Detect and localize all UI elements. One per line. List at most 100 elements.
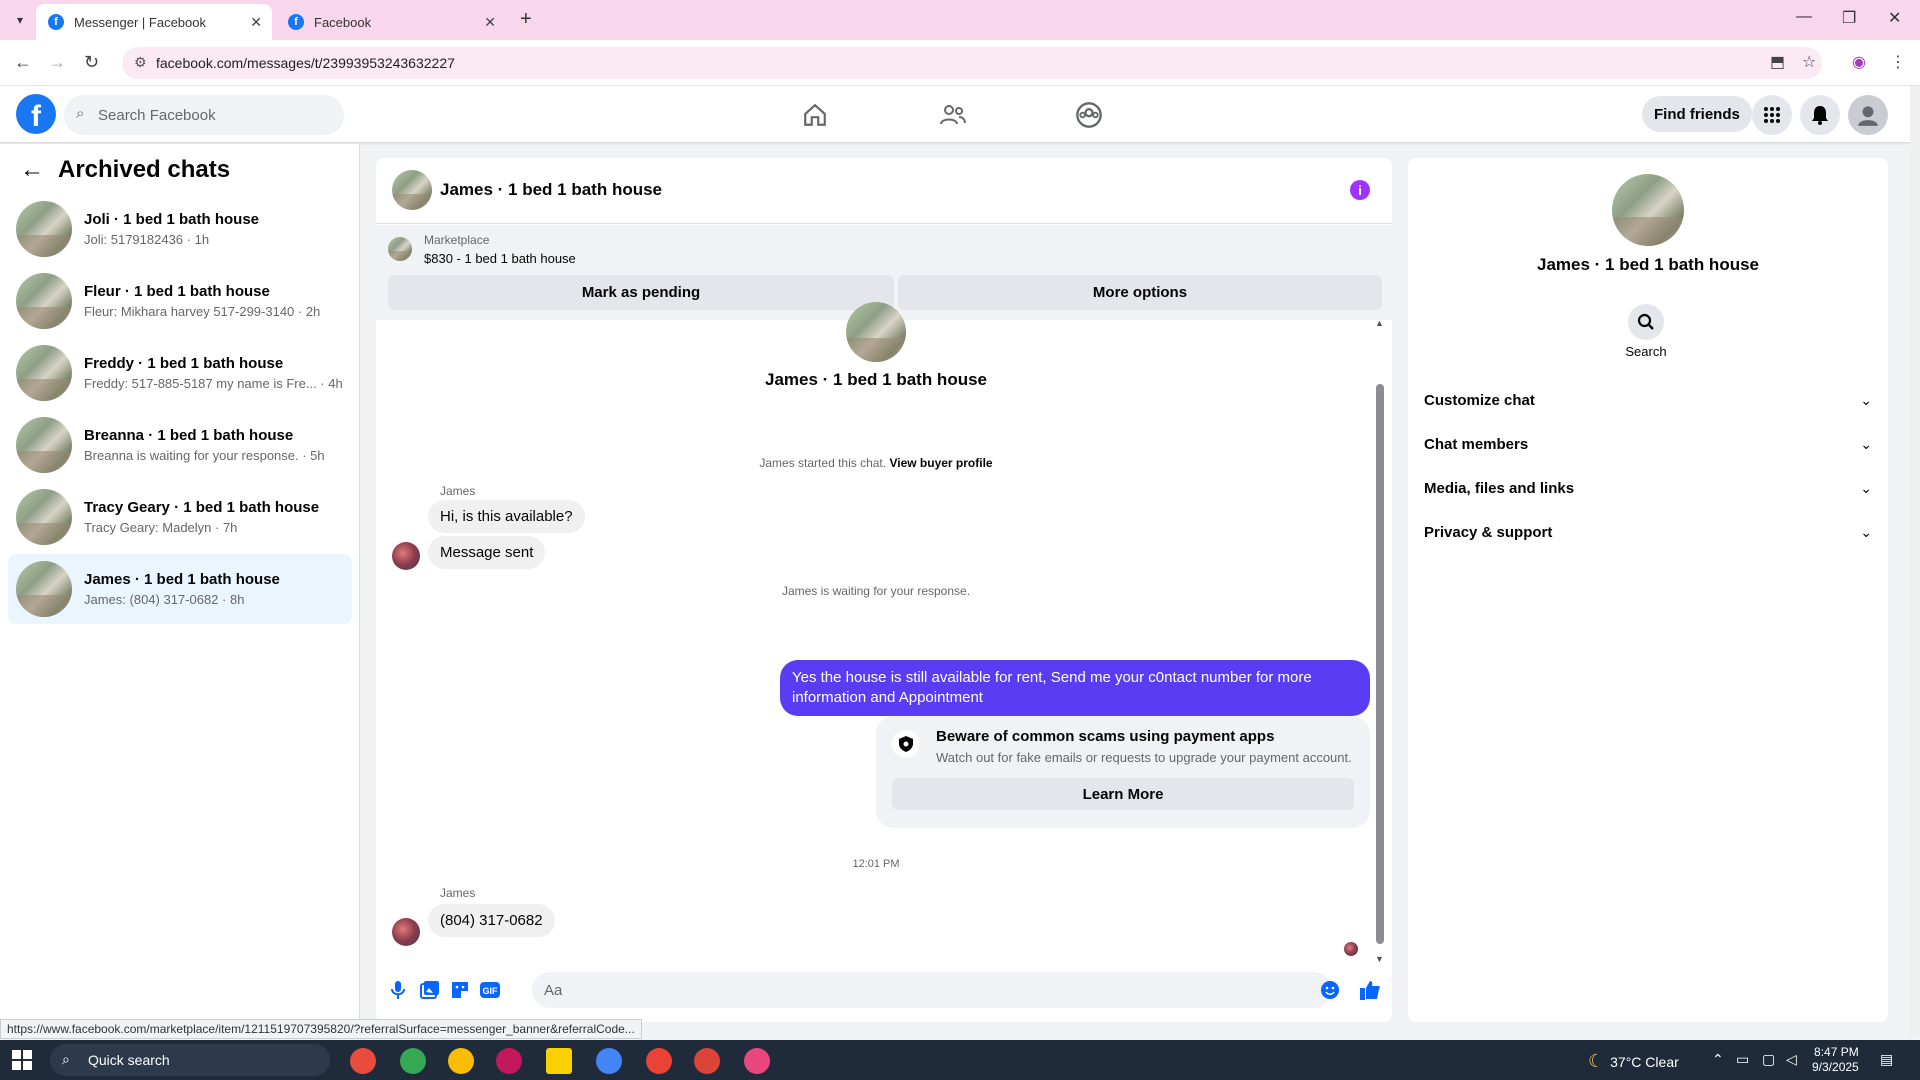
tab-search-chevron-icon[interactable]: ▾	[8, 8, 32, 32]
conversation-title[interactable]: James · 1 bed 1 bath house	[440, 180, 662, 200]
page-scrollbar[interactable]	[1910, 86, 1920, 1036]
listing-thumbnail	[846, 302, 906, 362]
listing-thumbnail	[16, 345, 72, 401]
listing-thumbnail[interactable]	[1612, 174, 1684, 246]
facebook-search[interactable]: ⌕	[64, 95, 344, 135]
notifications-bell-icon[interactable]	[1800, 95, 1840, 135]
windows-start-icon[interactable]	[12, 1050, 32, 1070]
thumbs-up-icon[interactable]	[1358, 978, 1382, 1002]
chat-members-section[interactable]: Chat members ⌄	[1424, 424, 1872, 464]
sidebar-title: Archived chats	[58, 156, 231, 183]
more-options-button[interactable]: More options	[898, 275, 1382, 310]
listing-thumbnail	[16, 201, 72, 257]
network-icon[interactable]: ▭	[1736, 1051, 1749, 1068]
chrome-app-icon[interactable]	[350, 1048, 376, 1074]
new-tab-icon[interactable]: +	[520, 8, 532, 31]
incoming-message[interactable]: Message sent	[428, 536, 546, 569]
groups-icon[interactable]	[1072, 98, 1106, 132]
facebook-search-input[interactable]	[98, 95, 328, 135]
media-files-links-section[interactable]: Media, files and links ⌄	[1424, 468, 1872, 508]
tab-facebook[interactable]: f Facebook ✕	[276, 4, 506, 40]
sender-avatar[interactable]	[392, 542, 420, 570]
tray-chevron-icon[interactable]: ⌃	[1712, 1051, 1724, 1068]
search-label[interactable]: Search	[1408, 344, 1884, 359]
sticky-notes-icon[interactable]	[546, 1048, 572, 1074]
back-arrow-icon[interactable]: ←	[20, 156, 44, 184]
section-label: Chat members	[1424, 435, 1529, 453]
privacy-support-section[interactable]: Privacy & support ⌄	[1424, 512, 1872, 552]
weather-widget[interactable]: ☾ 37°C Clear	[1588, 1051, 1679, 1072]
menu-grid-icon[interactable]	[1752, 95, 1792, 135]
app-icon[interactable]	[496, 1048, 522, 1074]
photo-icon[interactable]	[418, 978, 442, 1002]
url-text[interactable]: facebook.com/messages/t/2399395324363222…	[156, 55, 455, 71]
microphone-icon[interactable]	[386, 978, 410, 1002]
chrome-app-icon[interactable]	[744, 1048, 770, 1074]
message-timestamp: 12:01 PM	[852, 858, 900, 870]
back-icon[interactable]: ←	[14, 52, 32, 73]
chrome-app-icon[interactable]	[400, 1048, 426, 1074]
minimize-icon[interactable]: —	[1796, 8, 1812, 26]
chat-item-freddy[interactable]: Freddy · 1 bed 1 bath house Freddy: 517-8…	[8, 338, 352, 408]
incoming-message[interactable]: (804) 317-0682	[428, 904, 555, 937]
scrollbar-thumb[interactable]	[1376, 384, 1384, 944]
incoming-message[interactable]: Hi, is this available?	[428, 500, 585, 533]
chrome-app-icon[interactable]	[694, 1048, 720, 1074]
friends-icon[interactable]	[936, 98, 970, 132]
learn-more-button[interactable]: Learn More	[892, 778, 1354, 810]
chat-title: Freddy · 1 bed 1 bath house	[84, 355, 284, 372]
bookmark-star-icon[interactable]: ☆	[1802, 52, 1816, 72]
search-icon: ⌕	[76, 105, 85, 122]
find-friends-button[interactable]: Find friends	[1642, 96, 1752, 132]
message-list[interactable]: James · 1 bed 1 bath house James started…	[376, 302, 1392, 964]
close-tab-icon[interactable]: ✕	[484, 14, 496, 31]
emoji-icon[interactable]	[1318, 978, 1342, 1002]
sender-avatar[interactable]	[392, 918, 420, 946]
account-avatar-icon[interactable]	[1848, 95, 1888, 135]
conversation-name: James · 1 bed 1 bath house	[764, 370, 987, 389]
chat-item-tracy-geary[interactable]: Tracy Geary · 1 bed 1 bath house Tracy Ge…	[8, 482, 352, 552]
chrome-app-icon[interactable]	[448, 1048, 474, 1074]
customize-chat-section[interactable]: Customize chat ⌄	[1424, 380, 1872, 420]
view-buyer-profile-link[interactable]: View buyer profile	[889, 456, 992, 470]
display-icon[interactable]: ▢	[1762, 1051, 1775, 1068]
chrome-app-icon[interactable]	[646, 1048, 672, 1074]
browser-menu-icon[interactable]: ⋮	[1890, 52, 1906, 72]
facebook-logo-icon[interactable]: f	[16, 94, 56, 134]
omnibox[interactable]: ⚙ facebook.com/messages/t/23993953243632…	[122, 47, 1822, 79]
listing-thumbnail[interactable]	[388, 237, 412, 261]
facebook-header: f ⌕ Find friends	[0, 86, 1910, 143]
close-tab-icon[interactable]: ✕	[250, 14, 262, 31]
section-label: Media, files and links	[1424, 479, 1575, 497]
taskbar-search[interactable]: ⌕ Quick search	[50, 1044, 330, 1076]
message-scrollbar[interactable]: ▲ ▼	[1375, 318, 1384, 964]
chrome-app-icon[interactable]	[596, 1048, 622, 1074]
search-in-conversation-icon[interactable]	[1628, 304, 1664, 340]
profile-icon[interactable]: ◉	[1852, 52, 1866, 72]
message-input[interactable]	[532, 972, 1332, 1008]
chat-item-joli[interactable]: Joli · 1 bed 1 bath house Joli: 517918243…	[8, 194, 352, 264]
close-window-icon[interactable]: ✕	[1888, 8, 1901, 28]
info-icon[interactable]: i	[1350, 180, 1370, 200]
site-info-icon[interactable]: ⚙	[134, 54, 147, 71]
gif-icon[interactable]: GIF	[478, 978, 502, 1002]
restore-icon[interactable]: ❐	[1842, 8, 1856, 28]
chat-item-fleur[interactable]: Fleur · 1 bed 1 bath house Fleur: Mikhara…	[8, 266, 352, 336]
mark-as-pending-button[interactable]: Mark as pending	[388, 275, 894, 310]
volume-icon[interactable]: ◁	[1786, 1051, 1797, 1068]
waiting-notice: James is waiting for your response.	[781, 584, 971, 598]
chat-item-breanna[interactable]: Breanna · 1 bed 1 bath house Breanna is w…	[8, 410, 352, 480]
sticker-icon[interactable]	[448, 978, 472, 1002]
tab-messenger[interactable]: f Messenger | Facebook ✕	[36, 4, 272, 40]
notification-center-icon[interactable]: ▤	[1880, 1051, 1893, 1068]
forward-icon[interactable]: →	[48, 52, 66, 73]
listing-thumbnail[interactable]	[392, 170, 432, 210]
outgoing-message[interactable]: Yes the house is still available for ren…	[780, 660, 1370, 716]
taskbar-clock[interactable]: 8:47 PM 9/3/2025	[1812, 1045, 1859, 1075]
home-icon[interactable]	[798, 98, 832, 132]
listing-title[interactable]: $830 - 1 bed 1 bath house	[424, 251, 576, 266]
install-app-icon[interactable]: ⬒	[1770, 52, 1785, 72]
chat-item-james[interactable]: James · 1 bed 1 bath house James: (804) 3…	[8, 554, 352, 624]
scroll-up-arrow-icon[interactable]: ▲	[1375, 318, 1384, 328]
reload-icon[interactable]: ↻	[84, 52, 99, 73]
